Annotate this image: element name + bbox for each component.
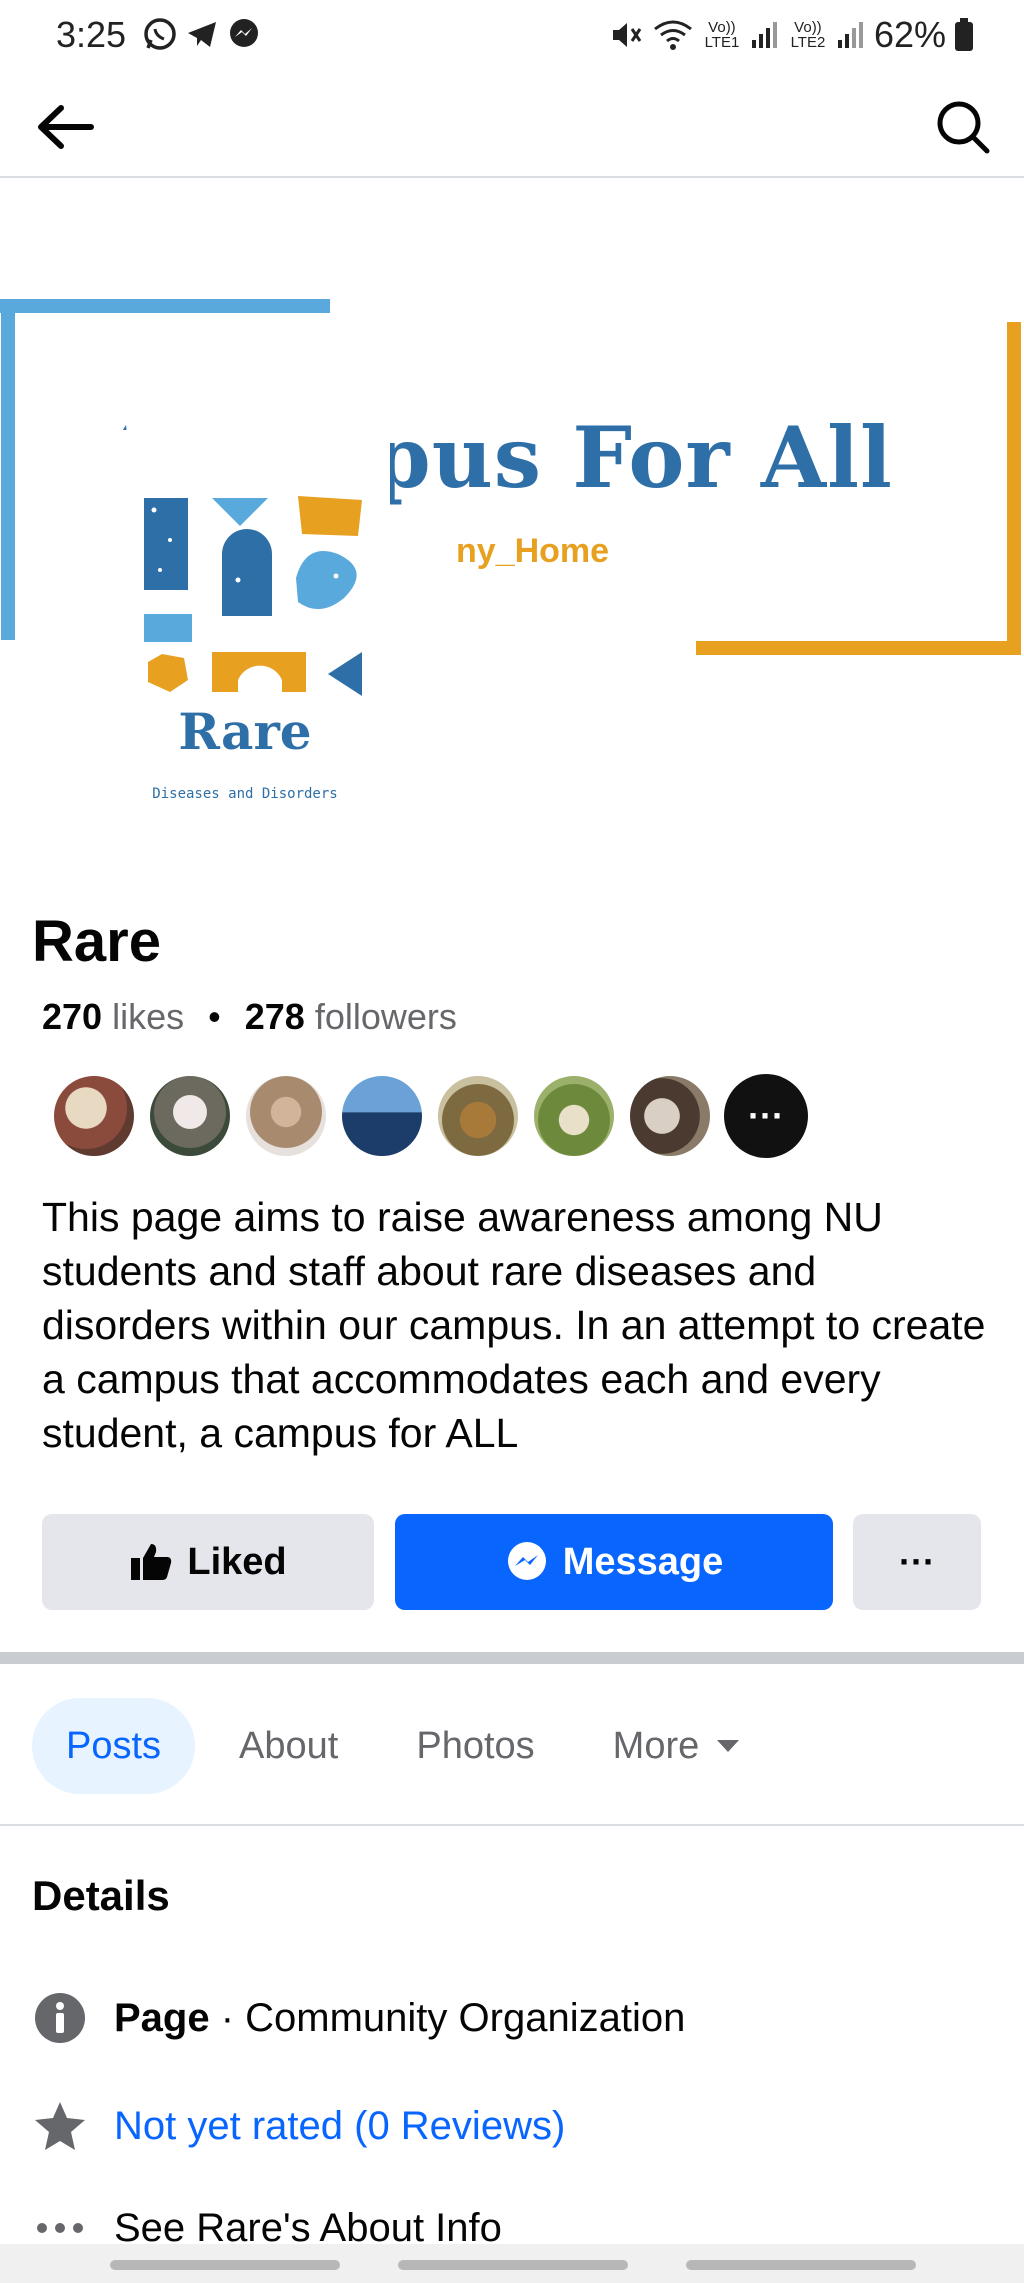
page-category-row: Page · Community Organization	[32, 1990, 685, 2046]
avatar[interactable]	[628, 1074, 712, 1158]
messenger-icon	[230, 19, 258, 47]
arrow-left-icon	[38, 105, 94, 149]
avatar[interactable]	[148, 1074, 232, 1158]
tab-more[interactable]: More	[579, 1698, 776, 1794]
more-actions-button[interactable]: ···	[853, 1514, 981, 1610]
tabs-divider	[0, 1824, 1024, 1826]
tab-photos[interactable]: Photos	[382, 1698, 568, 1794]
avatar[interactable]	[244, 1074, 328, 1158]
thumbs-up-icon	[131, 1544, 172, 1580]
rating-row[interactable]: Not yet rated (0 Reviews)	[32, 2098, 565, 2154]
mute-icon	[612, 23, 642, 47]
logo-subtitle: Diseases and Disorders	[152, 786, 338, 802]
search-button[interactable]	[928, 92, 998, 162]
wifi-icon	[654, 20, 692, 50]
page-tabs: Posts About Photos More	[32, 1698, 775, 1794]
message-label: Message	[562, 1540, 724, 1583]
info-icon	[32, 1990, 88, 2046]
whatsapp-icon	[144, 18, 176, 50]
cover-subtitle: ny_Home	[456, 532, 610, 570]
status-bar: 3:25 Vo)) LTE1 Vo)) LTE2 62%	[0, 0, 1024, 70]
avatar[interactable]	[532, 1074, 616, 1158]
likes-count: 270	[42, 996, 103, 1037]
page-type-label: Page	[114, 1995, 210, 2040]
liked-button[interactable]: Liked	[42, 1514, 374, 1610]
rare-logo-shapes	[144, 496, 362, 696]
page-stats[interactable]: 270 likes • 278 followers	[42, 996, 457, 1038]
more-dots-icon: ···	[899, 1541, 935, 1582]
followers-label: followers	[314, 996, 457, 1037]
page-category: · Community Organization	[209, 1995, 686, 2040]
liked-label: Liked	[187, 1540, 287, 1583]
status-indicators: Vo)) LTE1 Vo)) LTE2 62%	[608, 14, 974, 56]
cover-title: pus For All	[372, 408, 893, 507]
notification-icons	[142, 16, 262, 52]
status-time: 3:25	[56, 14, 127, 55]
followers-count: 278	[244, 996, 305, 1037]
section-divider	[0, 1652, 1024, 1664]
nav-back-pill[interactable]	[686, 2260, 916, 2270]
message-button[interactable]: Message	[395, 1514, 833, 1610]
system-nav-bar	[0, 2244, 1024, 2283]
avatar[interactable]	[340, 1074, 424, 1158]
more-friends-button[interactable]: ···	[724, 1074, 808, 1158]
logo-name: Rare	[178, 702, 312, 761]
friends-who-like[interactable]: ···	[52, 1074, 808, 1158]
signal-bars-icon	[837, 22, 863, 48]
messenger-icon	[507, 1542, 546, 1580]
telegram-icon	[188, 22, 216, 47]
star-icon	[32, 2098, 88, 2154]
tab-about[interactable]: About	[205, 1698, 372, 1794]
page-title: Rare	[32, 909, 161, 974]
tab-posts[interactable]: Posts	[32, 1698, 196, 1794]
rating-link[interactable]: Not yet rated (0 Reviews)	[114, 2104, 565, 2149]
stats-separator: •	[208, 996, 221, 1037]
search-icon	[937, 101, 990, 154]
avatar[interactable]	[52, 1074, 136, 1158]
back-button[interactable]	[30, 92, 100, 162]
page-description: This page aims to raise awareness among …	[42, 1194, 986, 1456]
avatar[interactable]	[436, 1074, 520, 1158]
tab-more-label: More	[612, 1724, 700, 1767]
profile-picture[interactable]: Rare Diseases and Disorders	[100, 430, 390, 830]
likes-label: likes	[112, 996, 185, 1037]
signal-bars-icon	[751, 22, 777, 48]
signal-1-label: Vo)) LTE1	[704, 19, 740, 51]
nav-recents-pill[interactable]	[110, 2260, 340, 2270]
nav-home-pill[interactable]	[398, 2260, 628, 2270]
app-bar	[0, 70, 1024, 178]
details-heading: Details	[32, 1872, 170, 1919]
caret-down-icon	[717, 1740, 740, 1752]
battery-icon	[955, 18, 973, 51]
signal-2-label: Vo)) LTE2	[790, 19, 826, 51]
battery-percent: 62%	[873, 14, 946, 55]
